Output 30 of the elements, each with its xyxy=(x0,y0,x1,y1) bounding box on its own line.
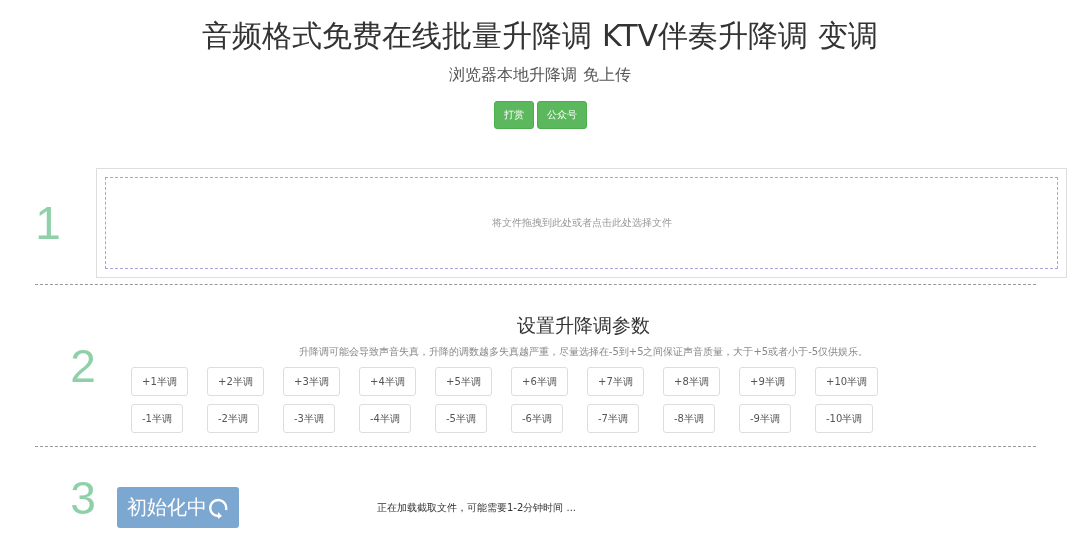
semitone-button[interactable]: +2半调 xyxy=(207,367,264,396)
semitone-button[interactable]: -2半调 xyxy=(207,404,259,433)
dropzone-label: 将文件拖拽到此处或者点击此处选择文件 xyxy=(491,216,672,230)
page-title: 音频格式免费在线批量升降调 KTV伴奏升降调 变调 xyxy=(202,17,878,55)
semitone-button[interactable]: -6半调 xyxy=(511,404,563,433)
hint-text: 升降调可能会导致声音失真，升降的调数越多失真越严重，尽量选择在-5到+5之间保证声音质量，大于+5或者小于-5仅供娱乐。 xyxy=(297,345,870,359)
semitone-button[interactable]: -3半调 xyxy=(283,404,335,433)
semitone-button[interactable]: +3半调 xyxy=(283,367,340,396)
semitone-button[interactable]: -7半调 xyxy=(587,404,639,433)
refresh-icon xyxy=(209,496,229,519)
semitone-button[interactable]: -10半调 xyxy=(815,404,874,433)
semitone-button[interactable]: -9半调 xyxy=(739,404,791,433)
status-message: 正在加载截取文件，可能需要1-2分钟时间 ... xyxy=(377,500,577,515)
semitone-button[interactable]: +8半调 xyxy=(663,367,720,396)
semitone-button[interactable]: +6半调 xyxy=(511,367,568,396)
semitone-button[interactable]: +5半调 xyxy=(435,367,492,396)
step-number: 3 xyxy=(69,471,97,525)
page-subtitle: 浏览器本地升降调 免上传 xyxy=(449,64,631,86)
semitone-button[interactable]: +7半调 xyxy=(587,367,644,396)
section-heading: 设置升降调参数 xyxy=(516,313,651,338)
semitone-button[interactable]: +4半调 xyxy=(359,367,416,396)
step-number: 2 xyxy=(69,338,97,393)
semitone-button[interactable]: -8半调 xyxy=(663,404,715,433)
semitone-button[interactable]: -4半调 xyxy=(359,404,411,433)
semitone-button[interactable]: +1半调 xyxy=(131,367,188,396)
semitone-button[interactable]: +9半调 xyxy=(739,367,796,396)
step-number: 1 xyxy=(34,196,62,250)
semitone-button[interactable]: -5半调 xyxy=(435,404,487,433)
semitone-button[interactable]: -1半调 xyxy=(131,404,183,433)
semitone-button[interactable]: +10半调 xyxy=(815,367,879,396)
